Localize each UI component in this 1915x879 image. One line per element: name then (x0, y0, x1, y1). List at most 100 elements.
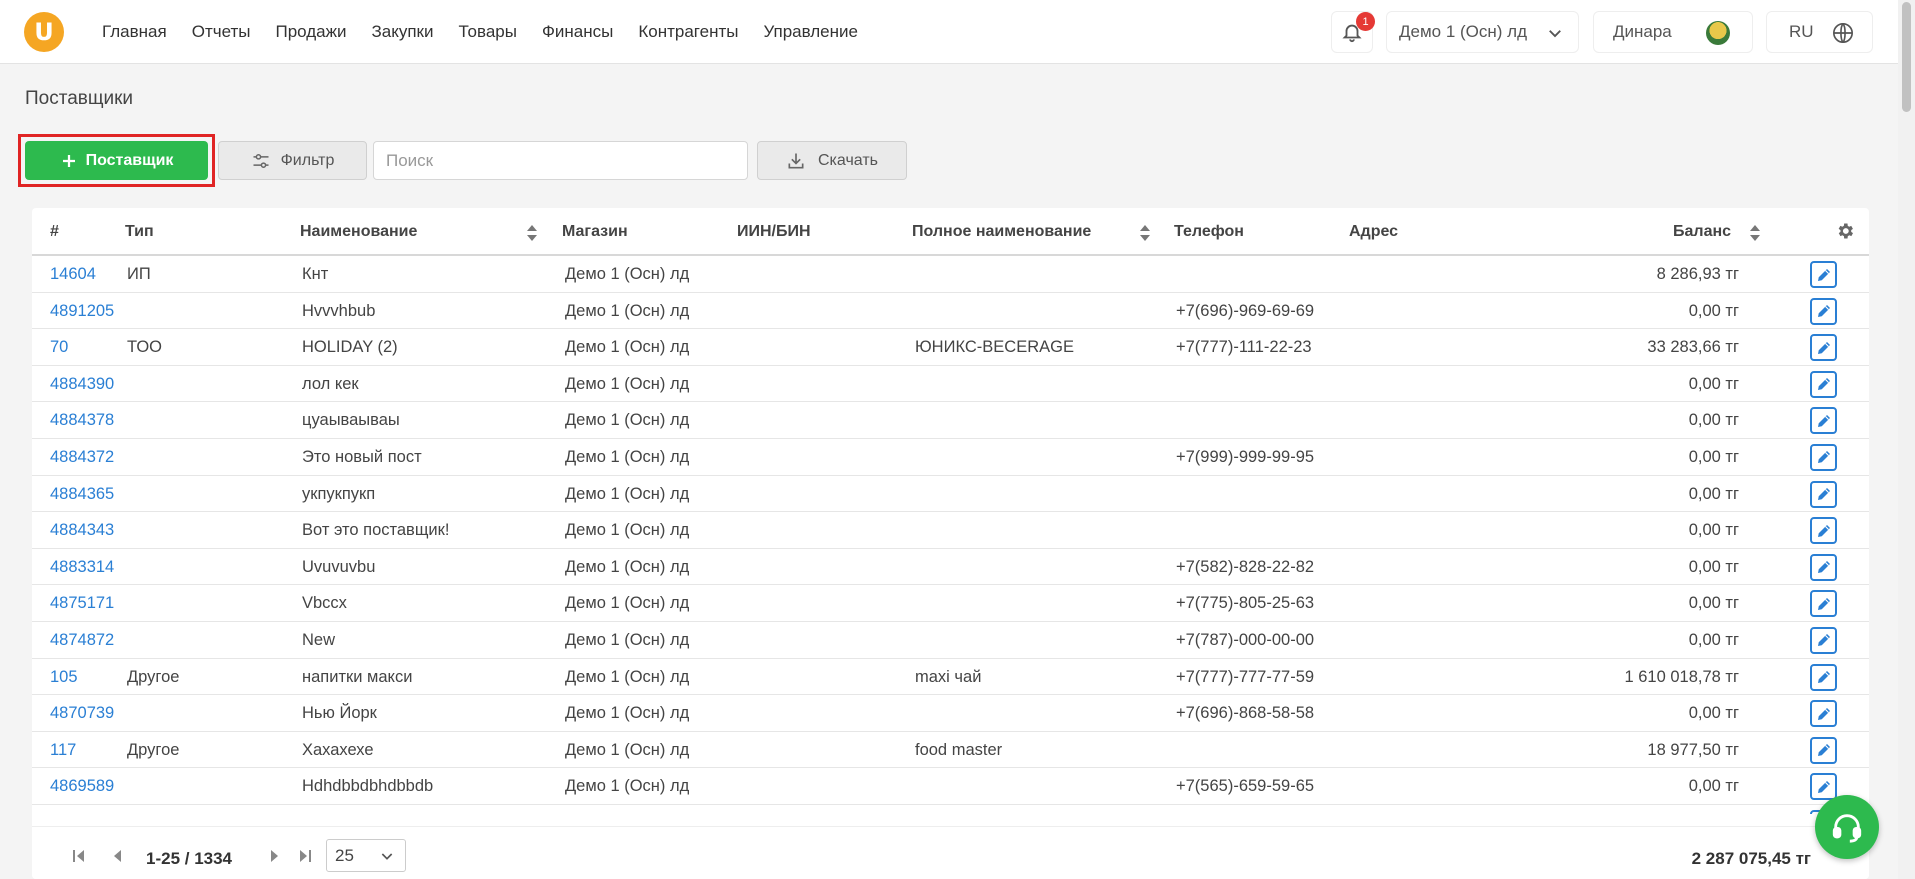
edit-button[interactable] (1810, 297, 1837, 325)
table-row[interactable]: 4875171 Vbccx Демо 1 (Осн) лд +7(775)-805-2… (32, 585, 1869, 622)
sort-icon[interactable] (526, 224, 538, 242)
download-label: Скачать (818, 151, 878, 169)
language-select[interactable]: RU (1766, 11, 1873, 53)
edit-button[interactable] (1810, 261, 1837, 288)
nav-item[interactable]: Главная (102, 22, 167, 42)
search-input[interactable] (373, 141, 748, 180)
store-select[interactable]: Демо 1 (Осн) лд (1386, 11, 1579, 53)
supplier-id-link[interactable]: 4883314 (50, 558, 114, 577)
table-row[interactable]: 4891205 Hvvvhbub Демо 1 (Осн) лд +7(696)-96… (32, 293, 1869, 330)
col-header-id[interactable]: # (50, 223, 59, 241)
edit-button[interactable] (1810, 663, 1837, 691)
supplier-id-link[interactable]: 4891205 (50, 302, 114, 321)
col-header-phone[interactable]: Телефон (1174, 223, 1244, 241)
app-logo[interactable]: U (24, 12, 64, 52)
supplier-id-link[interactable]: 4884365 (50, 485, 114, 504)
table-row[interactable]: 4883314 Uvuvuvbu Демо 1 (Осн) лд +7(582)-82… (32, 549, 1869, 586)
supplier-id-link[interactable]: 4884343 (50, 521, 114, 540)
col-header-name[interactable]: Наименование (300, 223, 417, 241)
pencil-icon (1817, 378, 1830, 391)
supplier-type: ТОО (127, 338, 163, 357)
table-row[interactable]: 117 Другое Хахахехе Демо 1 (Осн) лд food mas… (32, 732, 1869, 769)
supplier-id-link[interactable]: 4874872 (50, 631, 114, 650)
notifications-button[interactable]: 1 (1331, 11, 1375, 53)
table-row[interactable]: 118ДругоеCoca cola (4Демо 1 (Осн) лд0000… (32, 805, 1869, 814)
plus-icon (62, 154, 75, 167)
table-row[interactable]: 4884365 укпукпукп Демо 1 (Осн) лд 0,00 тг (32, 476, 1869, 513)
col-header-balance[interactable]: Баланс (1673, 223, 1731, 241)
supplier-name: Это новый пост (302, 447, 422, 466)
edit-button[interactable] (1810, 626, 1837, 654)
supplier-id-link[interactable]: 4884390 (50, 375, 114, 394)
pencil-icon (1817, 780, 1830, 793)
supplier-shop: Демо 1 (Осн) лд (565, 521, 690, 540)
supplier-balance: 0,00 тг (1688, 447, 1739, 466)
table-row[interactable]: 4884378 цуаываываы Демо 1 (Осн) лд 0,00 тг (32, 402, 1869, 439)
user-menu[interactable]: Динара (1593, 11, 1753, 53)
supplier-balance: 0,00 тг (1688, 411, 1739, 430)
col-header-address[interactable]: Адрес (1349, 223, 1398, 241)
add-supplier-button[interactable]: Поставщик (25, 141, 208, 180)
nav-item[interactable]: Закупки (371, 22, 433, 42)
edit-button[interactable] (1810, 553, 1837, 581)
table-row[interactable]: 105 Другое напитки макси Демо 1 (Осн) лд max… (32, 659, 1869, 696)
supplier-balance: 0,00 тг (1688, 704, 1739, 723)
edit-button[interactable] (1810, 480, 1837, 508)
edit-button[interactable] (1810, 773, 1837, 801)
nav-item[interactable]: Продажи (275, 22, 346, 42)
logo-letter: U (34, 18, 54, 46)
supplier-id-link[interactable]: 105 (50, 668, 78, 687)
edit-button[interactable] (1810, 736, 1837, 764)
supplier-id-link[interactable]: 4884378 (50, 411, 114, 430)
last-page-icon[interactable] (298, 849, 312, 863)
supplier-id-link[interactable]: 14604 (50, 265, 96, 284)
next-page-icon[interactable] (268, 849, 282, 863)
table-row[interactable]: 4869589 Hdhdbbdbhdbbdb Демо 1 (Осн) лд +7(5… (32, 768, 1869, 805)
sort-icon[interactable] (1749, 224, 1761, 242)
nav-item[interactable]: Товары (458, 22, 516, 42)
edit-button[interactable] (1810, 590, 1837, 618)
edit-button[interactable] (1810, 443, 1837, 471)
store-select-value: Демо 1 (Осн) лд (1399, 22, 1528, 41)
supplier-id-link[interactable]: 4869589 (50, 777, 114, 796)
edit-button[interactable] (1810, 517, 1837, 545)
supplier-shop: Демо 1 (Осн) лд (565, 374, 690, 393)
supplier-id-link[interactable]: 117 (50, 741, 76, 760)
col-header-full-name[interactable]: Полное наименование (912, 223, 1091, 241)
nav-item[interactable]: Отчеты (192, 22, 251, 42)
col-header-iin[interactable]: ИИН/БИН (737, 223, 811, 241)
table-row[interactable]: 4874872 New Демо 1 (Осн) лд +7(787)-000-00-… (32, 622, 1869, 659)
page-scrollbar[interactable] (1898, 0, 1915, 879)
filter-button[interactable]: Фильтр (218, 141, 367, 180)
table-row[interactable]: 4884343 Вот это поставщик! Демо 1 (Осн) лд… (32, 512, 1869, 549)
supplier-id-link[interactable]: 70 (50, 338, 68, 357)
nav-item[interactable]: Финансы (542, 22, 613, 42)
edit-button[interactable] (1810, 370, 1837, 398)
supplier-id-link[interactable]: 4870739 (50, 704, 114, 723)
col-header-type[interactable]: Тип (125, 223, 154, 241)
user-name: Динара (1613, 22, 1672, 41)
supplier-phone: +7(787)-000-00-00 (1176, 630, 1315, 649)
col-header-shop[interactable]: Магазин (562, 223, 628, 241)
sort-icon[interactable] (1139, 224, 1151, 242)
scrollbar-thumb[interactable] (1902, 2, 1911, 112)
table-row[interactable]: 4884390 лол кек Демо 1 (Осн) лд 0,00 тг (32, 366, 1869, 403)
support-chat-button[interactable] (1815, 795, 1879, 859)
edit-button[interactable] (1810, 700, 1837, 728)
nav-item[interactable]: Управление (763, 22, 858, 42)
table-row[interactable]: 14604 ИП Кнт Демо 1 (Осн) лд 8 286,93 тг (32, 256, 1869, 293)
edit-button[interactable] (1810, 407, 1837, 435)
edit-button[interactable] (1810, 334, 1837, 362)
page-size-select[interactable]: 25 (326, 839, 406, 872)
table-row[interactable]: 4884372 Это новый пост Демо 1 (Осн) лд +7(9… (32, 439, 1869, 476)
table-row[interactable]: 4870739 Нью Йорк Демо 1 (Осн) лд +7(696)-86… (32, 695, 1869, 732)
supplier-id-link[interactable]: 4884372 (50, 448, 114, 467)
download-button[interactable]: Скачать (757, 141, 907, 180)
supplier-name: Хахахехе (302, 740, 374, 759)
supplier-id-link[interactable]: 4875171 (50, 594, 114, 613)
gear-icon[interactable] (1835, 221, 1855, 241)
first-page-icon[interactable] (72, 849, 86, 863)
table-row[interactable]: 70 ТОО HOLIDAY (2) Демо 1 (Осн) лд ЮНИКС-BEC… (32, 329, 1869, 366)
nav-item[interactable]: Контрагенты (638, 22, 738, 42)
prev-page-icon[interactable] (110, 849, 124, 863)
